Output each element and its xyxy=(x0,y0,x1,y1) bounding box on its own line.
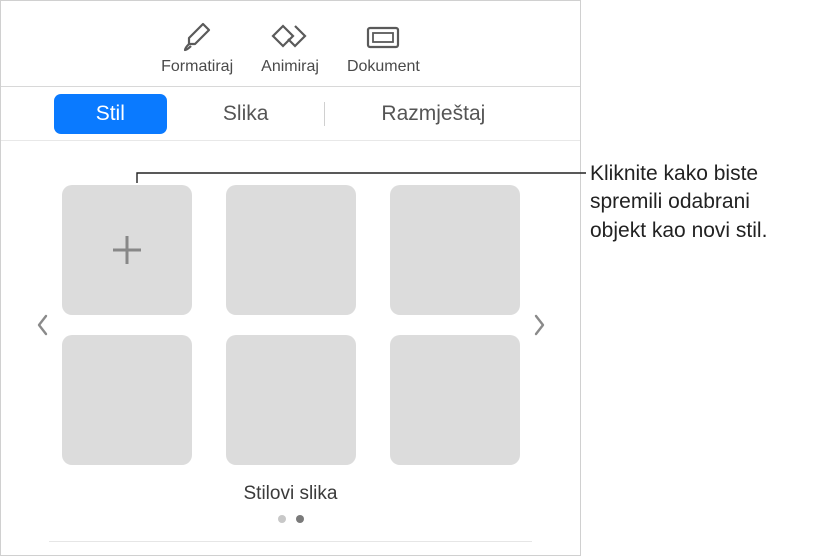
tab-image[interactable]: Slika xyxy=(181,94,311,134)
styles-area: Stilovi slika xyxy=(1,141,580,554)
tab-bar: Stil Slika Razmještaj xyxy=(1,87,580,141)
add-style-tile[interactable] xyxy=(62,185,192,315)
animate-toolbar-button[interactable]: Animiraj xyxy=(261,19,319,76)
styles-prev-arrow[interactable] xyxy=(30,295,56,355)
tab-style[interactable]: Stil xyxy=(54,94,167,134)
toolbar: Formatiraj Animiraj Dokument xyxy=(1,1,580,87)
divider xyxy=(49,541,532,542)
inspector-panel: Formatiraj Animiraj Dokument Stil Slika xyxy=(0,0,581,556)
document-icon xyxy=(362,19,404,55)
style-tile[interactable] xyxy=(62,335,192,465)
document-toolbar-button[interactable]: Dokument xyxy=(347,19,420,76)
style-tile[interactable] xyxy=(390,185,520,315)
callout-text: Kliknite kako biste spremili odabrani ob… xyxy=(590,160,810,245)
styles-grid-wrapper xyxy=(13,185,568,465)
styles-caption: Stilovi slika xyxy=(13,483,568,505)
page-dots xyxy=(13,515,568,523)
diamond-icon xyxy=(269,19,311,55)
plus-icon xyxy=(107,230,147,270)
page-dot[interactable] xyxy=(278,515,286,523)
format-toolbar-button[interactable]: Formatiraj xyxy=(161,19,233,76)
style-tile[interactable] xyxy=(390,335,520,465)
tab-layout[interactable]: Razmještaj xyxy=(339,94,527,134)
document-label: Dokument xyxy=(347,58,420,76)
styles-next-arrow[interactable] xyxy=(526,295,552,355)
animate-label: Animiraj xyxy=(261,58,319,76)
paintbrush-icon xyxy=(176,19,218,55)
page-dot-active[interactable] xyxy=(296,515,304,523)
style-tile[interactable] xyxy=(226,335,356,465)
styles-grid xyxy=(62,185,520,465)
style-tile[interactable] xyxy=(226,185,356,315)
tab-divider xyxy=(324,102,325,126)
format-label: Formatiraj xyxy=(161,58,233,76)
